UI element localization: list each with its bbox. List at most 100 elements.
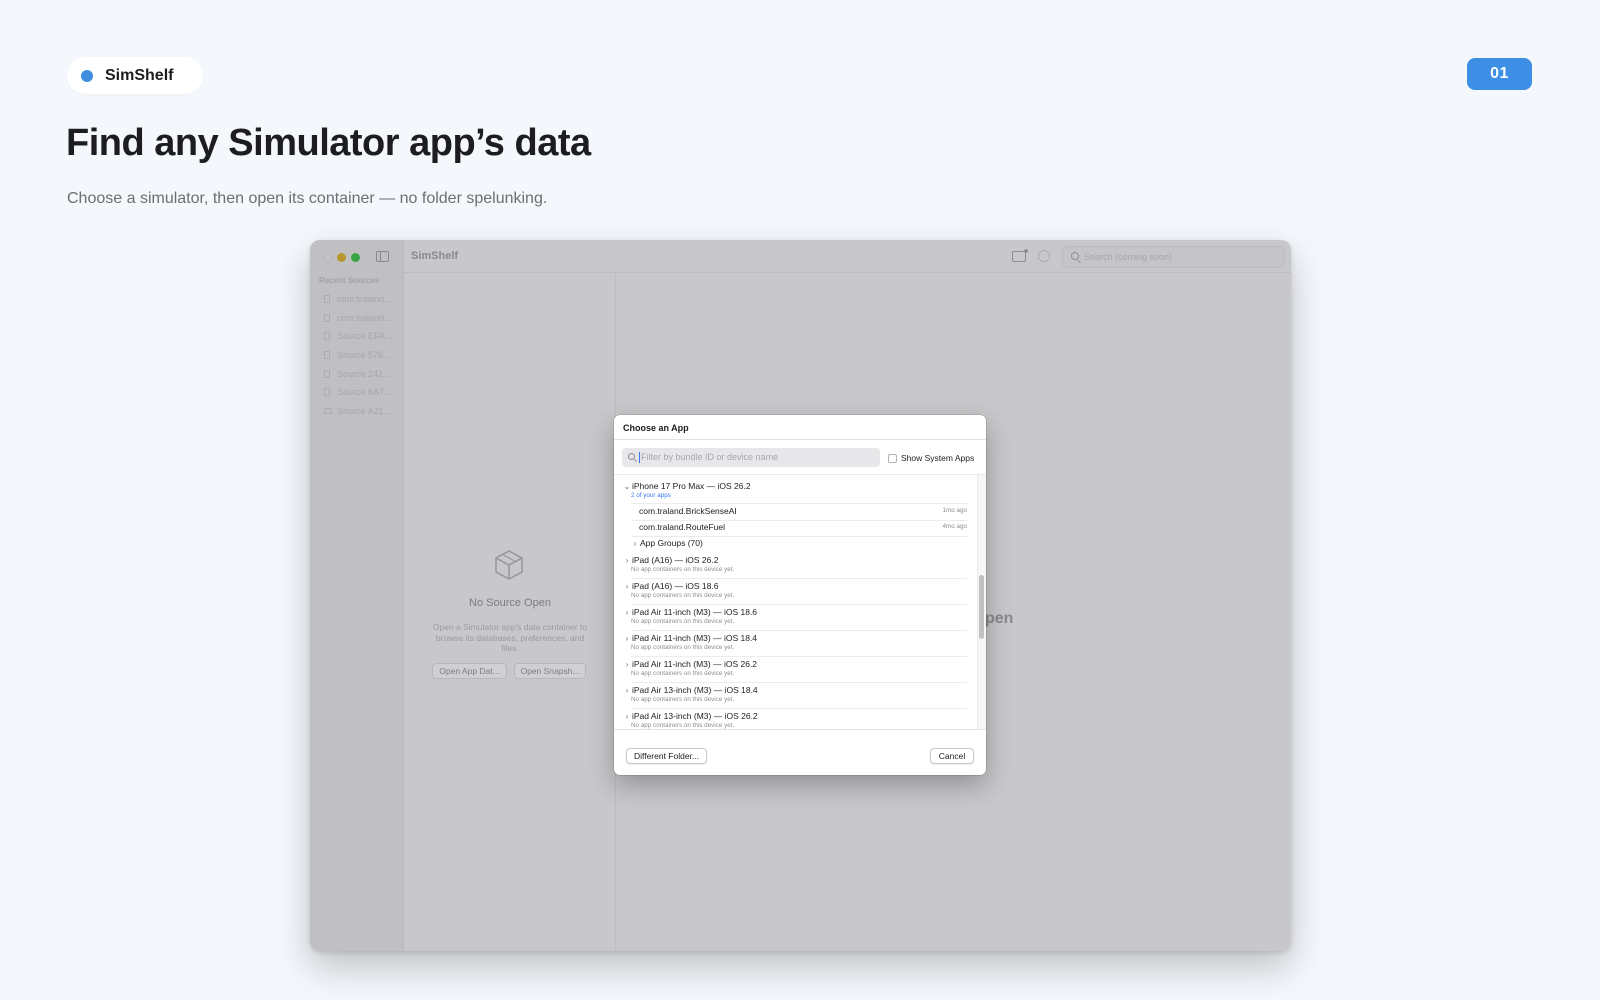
sidebar-item-recent-source[interactable]: Source EFA... [324, 327, 393, 346]
chevron-right-icon[interactable]: › [623, 712, 631, 721]
cancel-button[interactable]: Cancel [930, 748, 974, 764]
device-name: iPad (A16) — iOS 18.6 [632, 581, 719, 591]
row-divider [631, 656, 967, 657]
open-app-data-button[interactable]: Open App Dat... [432, 663, 507, 679]
device-name: iPad Air 13-inch (M3) — iOS 26.2 [632, 711, 758, 721]
chevron-right-icon[interactable]: › [623, 660, 631, 669]
show-system-apps-checkbox[interactable] [888, 453, 897, 463]
sidebar-item-label: Source A21... [337, 405, 392, 416]
device-row[interactable]: › iPad Air 11-inch (M3) — iOS 18.6 [623, 607, 757, 617]
sidebar-item-label: Source 6A7... [337, 387, 392, 398]
chevron-right-icon[interactable]: › [623, 556, 631, 565]
background-heading-fragment: pen [985, 610, 1014, 627]
device-group[interactable]: › iPad Air 13-inch (M3) — iOS 18.4 No app… [614, 685, 970, 711]
search-placeholder: Search (coming soon) [1084, 252, 1173, 262]
chevron-right-icon[interactable]: › [623, 686, 631, 695]
device-row[interactable]: › iPad (A16) — iOS 18.6 [623, 581, 719, 591]
app-bundle-id: com.traland.BrickSenseAI [639, 506, 737, 516]
document-icon [324, 369, 330, 378]
document-icon [324, 295, 330, 304]
sidebar: Recent Sources com.traland... com.tralan… [310, 240, 404, 951]
app-row[interactable]: com.traland.RouteFuel 4mo ago [639, 520, 967, 536]
chevron-right-icon[interactable]: › [631, 539, 639, 548]
app-row[interactable]: com.traland.BrickSenseAI 1mo ago [639, 504, 967, 520]
device-group[interactable]: › iPad (A16) — iOS 26.2 No app containers… [614, 555, 970, 581]
device-group[interactable]: › iPad Air 11-inch (M3) — iOS 26.2 No app… [614, 659, 970, 685]
show-system-apps-toggle[interactable]: Show System Apps [888, 453, 974, 463]
app-groups-row[interactable]: › App Groups (70) [631, 538, 703, 548]
device-empty-note: No app containers on this device yet. [631, 670, 735, 677]
window-zoom-button[interactable] [351, 253, 360, 262]
device-empty-note: No app containers on this device yet. [631, 592, 735, 599]
recent-sources-list: com.traland... com.traland... Source EFA… [324, 290, 393, 420]
show-system-apps-label: Show System Apps [901, 453, 975, 463]
document-icon [324, 351, 330, 360]
chevron-right-icon[interactable]: › [623, 582, 631, 591]
device-row[interactable]: › iPad Air 11-inch (M3) — iOS 26.2 [623, 659, 757, 669]
camera-icon [324, 407, 332, 414]
sidebar-item-label: Source EFA... [337, 331, 393, 342]
sidebar-item-recent-source[interactable]: com.traland... [324, 290, 393, 309]
toolbar-search-field[interactable]: Search (coming soon) [1062, 246, 1285, 268]
device-group[interactable]: › iPad Air 11-inch (M3) — iOS 18.4 No app… [614, 633, 970, 659]
device-group-expanded: ⌄ iPhone 17 Pro Max — iOS 26.2 2 of your… [614, 481, 970, 561]
device-row[interactable]: › iPad Air 13-inch (M3) — iOS 26.2 [623, 711, 758, 721]
dialog-footer-divider [614, 729, 986, 730]
brand-dot-icon [81, 69, 93, 82]
device-group[interactable]: › iPad Air 11-inch (M3) — iOS 18.6 No app… [614, 607, 970, 633]
row-divider [631, 630, 967, 631]
dialog-title: Choose an App [623, 423, 689, 433]
step-badge: 01 [1467, 58, 1532, 90]
row-divider [631, 604, 967, 605]
row-divider [631, 682, 967, 683]
device-row[interactable]: › iPad (A16) — iOS 26.2 [623, 555, 719, 565]
chevron-right-icon[interactable]: › [623, 634, 631, 643]
sidebar-item-recent-source[interactable]: Source A21... [324, 402, 393, 421]
sidebar-item-recent-source[interactable]: Source 242... [324, 364, 393, 383]
app-bundle-id: com.traland.RouteFuel [639, 522, 725, 532]
device-empty-note: No app containers on this device yet. [631, 722, 735, 729]
document-icon [324, 332, 330, 341]
dialog-divider [614, 439, 986, 440]
sidebar-toggle-icon[interactable] [376, 251, 389, 262]
device-name: iPad Air 11-inch (M3) — iOS 18.6 [632, 607, 758, 617]
app-groups-label: App Groups (70) [640, 538, 703, 548]
sidebar-item-label: Source 242... [337, 368, 391, 379]
open-folder-icon[interactable] [1012, 249, 1028, 262]
open-snapshot-button[interactable]: Open Snapsh... [514, 663, 586, 679]
filter-input[interactable]: Filter by bundle ID or device name [622, 448, 880, 467]
device-name: iPad Air 13-inch (M3) — iOS 18.4 [632, 685, 758, 695]
device-row[interactable]: › iPad Air 13-inch (M3) — iOS 18.4 [623, 685, 758, 695]
app-modified-time: 4mo ago [942, 523, 967, 530]
different-folder-button[interactable]: Different Folder... [626, 748, 707, 764]
device-app-list[interactable]: ⌄ iPhone 17 Pro Max — iOS 26.2 2 of your… [614, 475, 986, 729]
document-icon [324, 388, 330, 397]
choose-app-dialog: Choose an App Filter by bundle ID or dev… [614, 415, 986, 775]
filter-placeholder: Filter by bundle ID or device name [641, 452, 779, 462]
device-row[interactable]: › iPad Air 11-inch (M3) — iOS 18.4 [623, 633, 757, 643]
gear-icon[interactable] [1038, 250, 1050, 262]
hero-title: Find any Simulator app’s data [66, 122, 591, 164]
sidebar-item-recent-source[interactable]: Source 576... [324, 346, 393, 365]
device-empty-note: No app containers on this device yet. [631, 566, 735, 573]
device-row[interactable]: ⌄ iPhone 17 Pro Max — iOS 26.2 [623, 481, 751, 491]
row-divider [631, 536, 967, 537]
device-group[interactable]: › iPad Air 13-inch (M3) — iOS 26.2 No app… [614, 711, 970, 729]
row-divider [631, 708, 967, 709]
empty-state-description: Open a Simulator app's data container to… [432, 622, 588, 653]
sidebar-item-label: Source 576... [337, 350, 391, 361]
chevron-right-icon[interactable]: › [623, 608, 631, 617]
sidebar-item-recent-source[interactable]: Source 6A7... [324, 383, 393, 402]
device-group[interactable]: › iPad (A16) — iOS 18.6 No app containers… [614, 581, 970, 607]
device-app-count: 2 of your apps [631, 492, 671, 499]
brand-name: SimShelf [105, 66, 174, 84]
window-minimize-button[interactable] [337, 253, 346, 262]
window-close-button[interactable] [323, 253, 332, 262]
chevron-down-icon[interactable]: ⌄ [623, 482, 631, 491]
list-scrollbar-thumb[interactable] [979, 575, 984, 639]
device-name: iPhone 17 Pro Max — iOS 26.2 [632, 481, 751, 491]
sidebar-item-recent-source[interactable]: com.traland... [324, 309, 393, 328]
search-icon [1071, 252, 1079, 260]
sidebar-heading: Recent Sources [319, 276, 380, 285]
toolbar-title: SimShelf [411, 250, 459, 262]
